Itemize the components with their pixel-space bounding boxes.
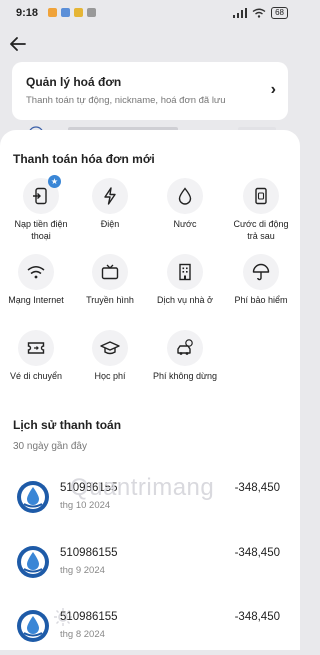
water-company-logo-icon — [17, 481, 49, 513]
water-company-logo-icon — [17, 610, 49, 642]
service-label: Phí bảo hiểm — [234, 295, 288, 305]
transaction-row[interactable]: 510986155 thg 10 2024 -348,450 — [0, 480, 300, 526]
service-electricity[interactable]: Điện — [77, 178, 143, 231]
building-icon — [167, 254, 203, 290]
bill-management-card[interactable]: Quản lý hoá đơn Thanh toán tự động, nick… — [12, 62, 288, 120]
service-label: Học phí — [94, 371, 126, 381]
service-insurance[interactable]: Phí bảo hiểm — [228, 254, 294, 307]
new-payment-title: Thanh toán hóa đơn mới — [13, 152, 155, 166]
service-label: Điện — [100, 219, 120, 229]
transaction-id: 510986155 — [60, 611, 118, 623]
back-button[interactable] — [10, 34, 34, 54]
signal-icon — [233, 8, 248, 18]
more-dots-icon — [87, 8, 96, 17]
service-water[interactable]: Nước — [152, 178, 218, 231]
history-subtitle: 30 ngày gần đây — [13, 441, 87, 452]
status-app-icons — [48, 8, 96, 17]
service-housing[interactable]: Dịch vụ nhà ở — [152, 254, 218, 307]
service-label: Vé di chuyển — [9, 371, 63, 381]
service-label: Nước — [173, 219, 197, 229]
transaction-date: thg 9 2024 — [60, 565, 105, 576]
star-badge-icon: ★ — [48, 175, 61, 188]
service-toll[interactable]: Phí không dừng — [152, 330, 218, 383]
chevron-right-icon: › — [270, 81, 276, 98]
battery-icon: 68 — [271, 7, 288, 19]
service-postpaid-mobile[interactable]: Cước di động trả sau — [228, 178, 294, 242]
water-drop-icon — [167, 178, 203, 214]
bottom-sheet: Thanh toán hóa đơn mới ★ Nạp tiền điện t… — [0, 130, 300, 650]
transaction-row[interactable]: 510986155 thg 8 2024 -348,450 — [0, 609, 300, 655]
tv-icon — [92, 254, 128, 290]
transaction-date: thg 8 2024 — [60, 629, 105, 640]
status-time: 9:18 — [16, 7, 39, 19]
transaction-row[interactable]: 510986155 thg 9 2024 -348,450 — [0, 545, 300, 591]
service-label: Cước di động trả sau — [233, 219, 289, 241]
transaction-amount: -348,450 — [234, 482, 280, 494]
lightning-icon — [92, 178, 128, 214]
app-notification-icon — [74, 8, 83, 17]
service-label: Mạng Internet — [8, 295, 64, 305]
transaction-date: thg 10 2024 — [60, 500, 111, 511]
app-notification-icon — [48, 8, 57, 17]
wifi-icon — [18, 254, 54, 290]
transaction-id: 510986155 — [60, 482, 118, 494]
ticket-icon — [18, 330, 54, 366]
service-label: Nạp tiền điện thoại — [14, 219, 68, 241]
graduation-cap-icon — [92, 330, 128, 366]
status-right: 68 — [233, 7, 288, 19]
bill-management-title: Quản lý hoá đơn — [26, 75, 122, 89]
service-label: Phí không dừng — [152, 371, 218, 381]
service-label: Dịch vụ nhà ở — [157, 295, 213, 305]
water-company-logo-icon — [17, 546, 49, 578]
service-tuition[interactable]: Học phí — [77, 330, 143, 383]
sim-card-icon — [243, 178, 279, 214]
umbrella-icon — [243, 254, 279, 290]
transaction-amount: -348,450 — [234, 611, 280, 623]
service-phone-topup[interactable]: ★ Nạp tiền điện thoại — [8, 175, 74, 242]
service-internet[interactable]: Mạng Internet — [3, 254, 69, 307]
transaction-id: 510986155 — [60, 547, 118, 559]
service-tv[interactable]: Truyền hình — [77, 254, 143, 307]
transaction-amount: -348,450 — [234, 547, 280, 559]
wifi-status-icon — [252, 8, 266, 18]
status-bar: 9:18 68 — [0, 0, 300, 28]
service-travel-ticket[interactable]: Vé di chuyển — [3, 330, 69, 383]
bill-management-subtitle: Thanh toán tự động, nickname, hoá đơn đã… — [26, 95, 226, 106]
car-toll-icon — [167, 330, 203, 366]
arrow-left-icon — [10, 37, 26, 51]
app-notification-icon — [61, 8, 70, 17]
service-label: Truyền hình — [86, 295, 134, 305]
phone-topup-icon: ★ — [23, 175, 61, 214]
history-title: Lịch sử thanh toán — [13, 418, 122, 432]
